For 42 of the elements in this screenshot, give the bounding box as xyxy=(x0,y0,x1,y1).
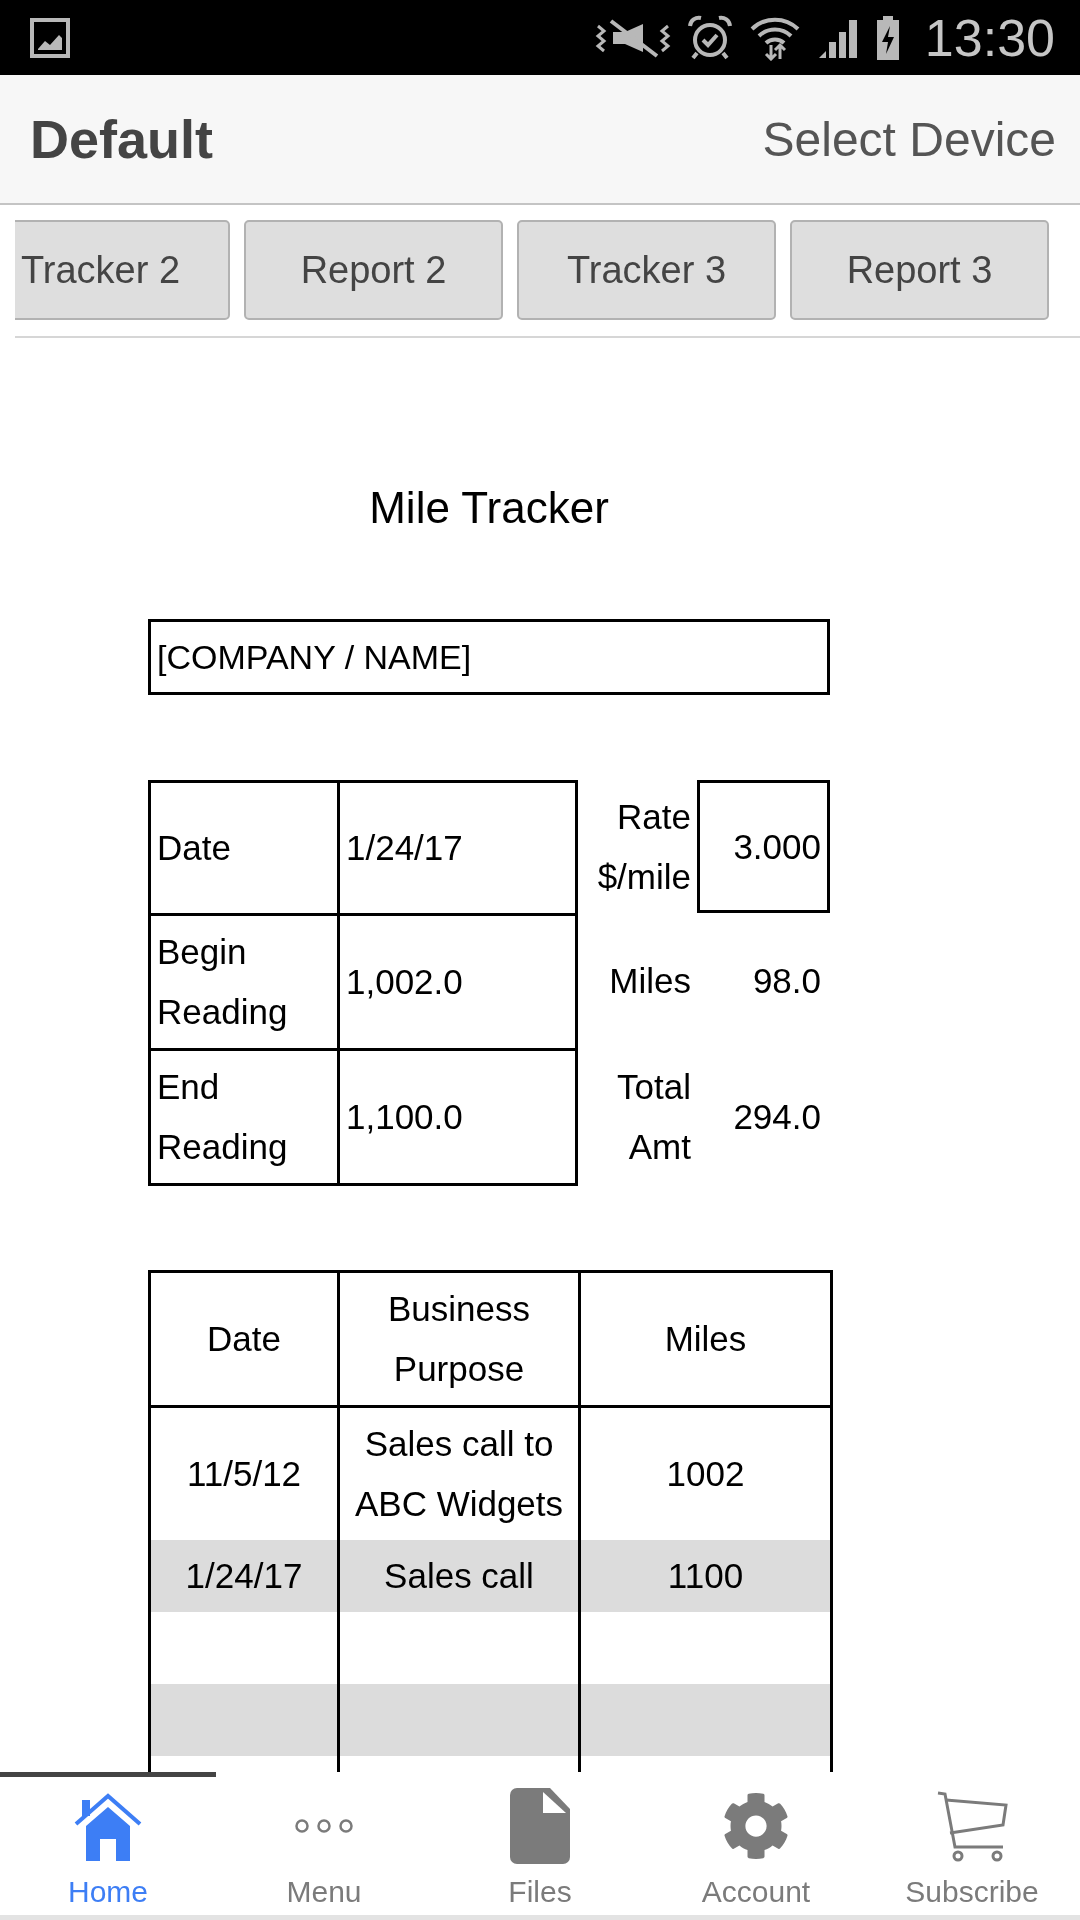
table-cell: Date xyxy=(148,780,337,913)
total-value: 294.0 xyxy=(733,1096,822,1138)
table-cell: Sales call xyxy=(338,1540,580,1612)
company-name-cell: [COMPANY / NAME] xyxy=(148,619,830,695)
nav-button[interactable]: Home xyxy=(68,1791,148,1910)
sheet-title: Mile Tracker xyxy=(368,482,610,534)
table-cell: Begin Reading xyxy=(148,913,337,1048)
tab[interactable]: Report 2 xyxy=(244,220,503,320)
value-box: 3.000 xyxy=(697,780,830,913)
table-cell: 1,100.0 xyxy=(337,1048,578,1186)
file-icon xyxy=(510,1788,570,1864)
tab[interactable]: Tracker 3 xyxy=(517,220,776,320)
home-icon xyxy=(73,1791,143,1861)
table-cell: 1002 xyxy=(579,1406,832,1540)
nav-button[interactable]: Subscribe xyxy=(905,1791,1039,1910)
total-value: 98.0 xyxy=(752,959,822,1002)
alarm-clock-icon xyxy=(686,14,733,61)
mute-icon xyxy=(594,17,671,58)
column-header: Date xyxy=(149,1271,339,1407)
table-cell: 1,002.0 xyxy=(337,913,578,1048)
table-cell: 11/5/12 xyxy=(149,1406,339,1540)
table-cell: Sales call to ABC Widgets xyxy=(338,1406,580,1540)
page-title: Default xyxy=(30,108,213,170)
nav-button[interactable]: Account xyxy=(701,1791,811,1910)
table-cell: 1/24/17 xyxy=(337,780,578,913)
battery-charging-icon xyxy=(874,15,901,60)
total-label: Rate $/mile xyxy=(596,795,692,898)
tab[interactable]: Report 3 xyxy=(790,220,1049,320)
table-cell: 1100 xyxy=(579,1540,832,1612)
settings-icon xyxy=(722,1792,790,1860)
picture-icon xyxy=(30,17,70,58)
total-label: Miles xyxy=(609,959,692,1002)
total-label: Total Amt xyxy=(616,1066,692,1168)
nav-button[interactable]: Menu xyxy=(286,1791,362,1910)
nav-button[interactable]: Files xyxy=(508,1791,572,1910)
cart-icon xyxy=(936,1790,1008,1862)
more-icon xyxy=(294,1818,354,1834)
table-cell: End Reading xyxy=(148,1048,337,1186)
table-cell: 1/24/17 xyxy=(149,1540,339,1612)
select-device-button[interactable]: Select Device xyxy=(762,111,1056,167)
status-time: 13:30 xyxy=(924,7,1055,68)
tab[interactable]: Tracker 2 xyxy=(15,220,230,320)
